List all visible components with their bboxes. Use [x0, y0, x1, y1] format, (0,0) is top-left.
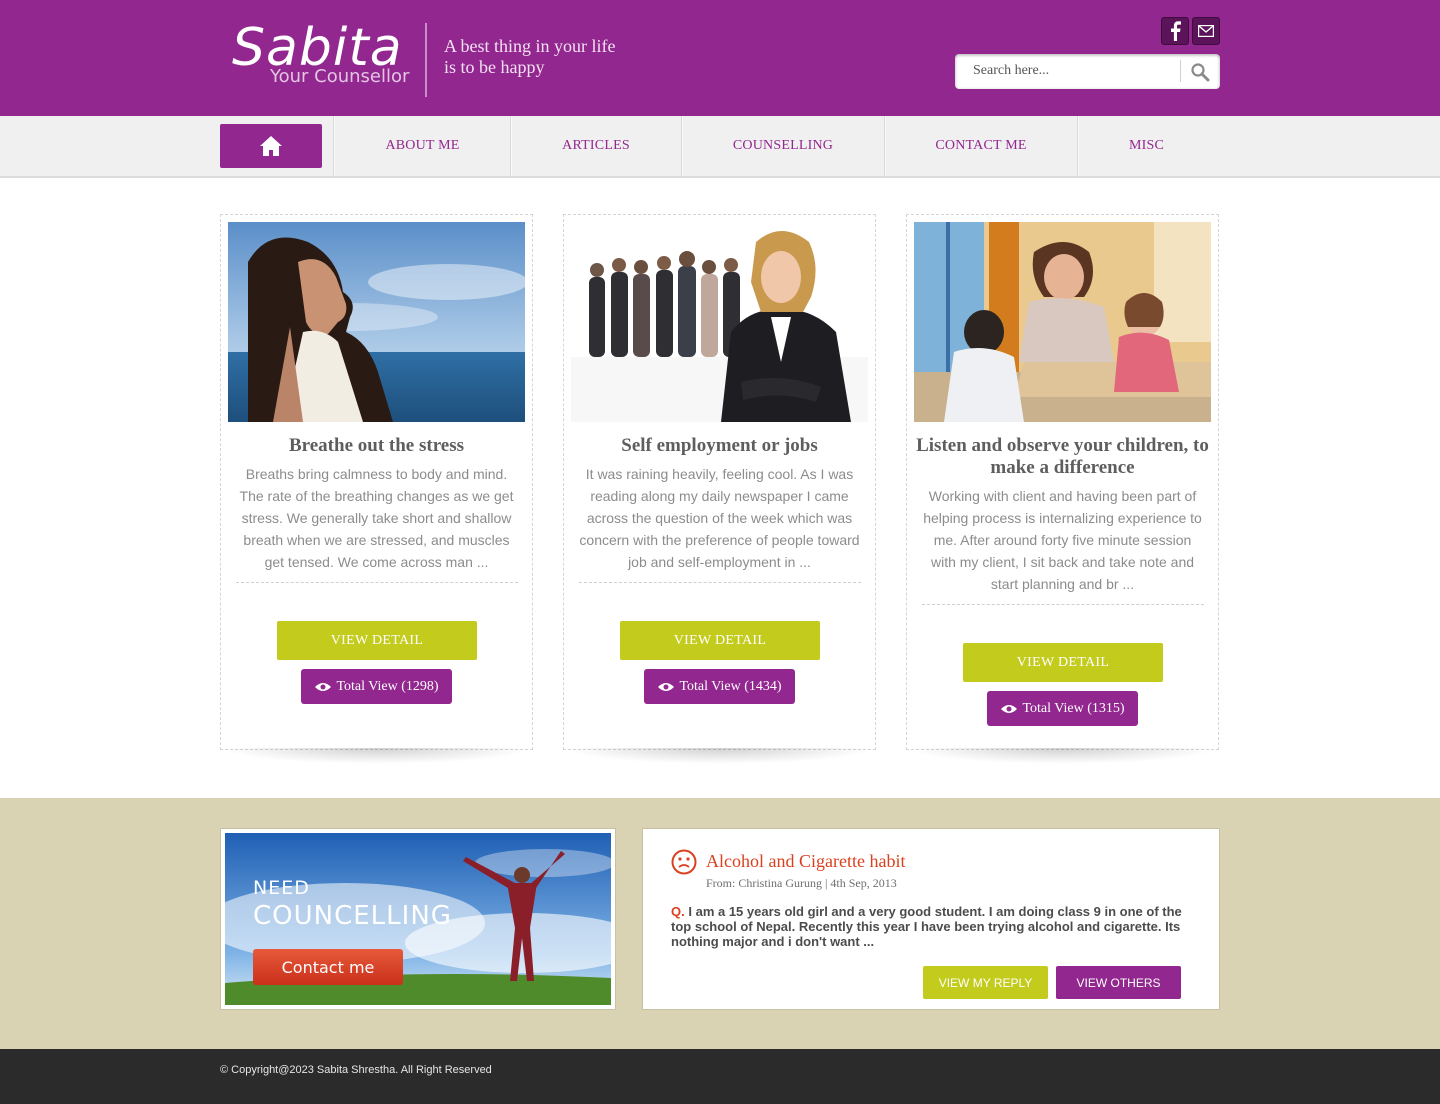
view-my-reply-button[interactable]: VIEW MY REPLY: [923, 966, 1048, 999]
article-excerpt: It was raining heavily, feeling cool. As…: [579, 466, 860, 570]
nav-misc[interactable]: MISC: [1078, 116, 1215, 176]
card-divider: [579, 582, 861, 583]
article-excerpt: Breaths bring calmness to body and mind.…: [239, 466, 514, 570]
view-detail-button[interactable]: VIEW DETAIL: [277, 621, 477, 660]
card-shadow: [563, 748, 876, 764]
article-image-business-team[interactable]: [571, 222, 868, 422]
contact-me-button[interactable]: Contact me: [253, 949, 403, 985]
article-excerpt: Working with client and having been part…: [923, 488, 1202, 592]
banner-councelling-text: COUNCELLING: [253, 901, 452, 931]
total-views-badge: Total View (1434): [644, 669, 795, 704]
total-views-text: Total View (1434): [679, 678, 782, 694]
sad-face-icon: [671, 849, 697, 875]
article-title[interactable]: Breathe out the stress: [221, 435, 532, 457]
article-image-breathing-woman[interactable]: [228, 222, 525, 422]
search-separator: [1180, 60, 1181, 82]
eye-icon: [658, 682, 675, 691]
nav-counselling[interactable]: COUNSELLING: [682, 116, 884, 176]
view-detail-button[interactable]: VIEW DETAIL: [963, 643, 1163, 682]
card-shadow: [906, 748, 1219, 764]
logo-subtitle: Your Counsellor: [270, 66, 410, 87]
nav-home-button[interactable]: [220, 124, 322, 168]
tagline-line-2: is to be happy: [444, 57, 545, 77]
mail-icon[interactable]: [1192, 17, 1220, 45]
qa-q-label: Q.: [671, 904, 685, 919]
banner-image: NEED COUNCELLING Contact me: [225, 833, 611, 1005]
total-views-badge: Total View (1315): [987, 691, 1138, 726]
qa-question-text: I am a 15 years old girl and a very good…: [671, 904, 1182, 949]
total-views-badge: Total View (1298): [301, 669, 452, 704]
qa-panel: Alcohol and Cigarette habit From: Christ…: [642, 828, 1220, 1010]
view-detail-button[interactable]: VIEW DETAIL: [620, 621, 820, 660]
site-logo[interactable]: Sabita Your Counsellor: [228, 18, 423, 93]
article-card: Listen and observe your children, to mak…: [906, 214, 1219, 750]
search-button[interactable]: [1188, 61, 1212, 83]
copyright-text: © Copyright@2023 Sabita Shrestha. All Ri…: [220, 1064, 492, 1076]
total-views-text: Total View (1298): [336, 678, 439, 694]
article-image-mother-children[interactable]: [914, 222, 1211, 422]
logo-divider: [425, 23, 427, 97]
card-shadow: [220, 748, 533, 764]
site-footer: © Copyright@2023 Sabita Shrestha. All Ri…: [0, 1049, 1440, 1104]
nav-articles[interactable]: ARTICLES: [511, 116, 681, 176]
search-input[interactable]: [965, 60, 1175, 82]
article-title[interactable]: Self employment or jobs: [564, 435, 875, 457]
search-box: [955, 54, 1220, 89]
qa-meta: From: Christina Gurung | 4th Sep, 2013: [706, 876, 897, 890]
nav-about-me[interactable]: ABOUT ME: [334, 116, 511, 176]
article-card: Breathe out the stress Breaths bring cal…: [220, 214, 533, 750]
banner-need-text: NEED: [253, 877, 310, 899]
total-views-text: Total View (1315): [1022, 700, 1125, 716]
article-title[interactable]: Listen and observe your children, to mak…: [907, 435, 1218, 479]
tagline: A best thing in your life is to be happy: [444, 36, 644, 78]
qa-question: Q. I am a 15 years old girl and a very g…: [671, 904, 1191, 949]
view-others-button[interactable]: VIEW OTHERS: [1056, 966, 1181, 999]
search-icon: [1191, 63, 1210, 82]
tagline-line-1: A best thing in your life: [444, 36, 616, 56]
need-counselling-banner[interactable]: NEED COUNCELLING Contact me: [220, 828, 616, 1010]
home-icon: [260, 136, 282, 156]
site-header: Sabita Your Counsellor A best thing in y…: [0, 0, 1440, 116]
card-divider: [922, 604, 1204, 605]
nav-contact-me[interactable]: CONTACT ME: [885, 116, 1077, 176]
main-nav: ABOUT ME ARTICLES COUNSELLING CONTACT ME…: [0, 116, 1440, 178]
card-divider: [236, 582, 518, 583]
article-card: Self employment or jobs It was raining h…: [563, 214, 876, 750]
eye-icon: [1001, 704, 1018, 713]
eye-icon: [315, 682, 332, 691]
qa-title[interactable]: Alcohol and Cigarette habit: [706, 851, 905, 872]
facebook-icon[interactable]: [1161, 17, 1189, 45]
